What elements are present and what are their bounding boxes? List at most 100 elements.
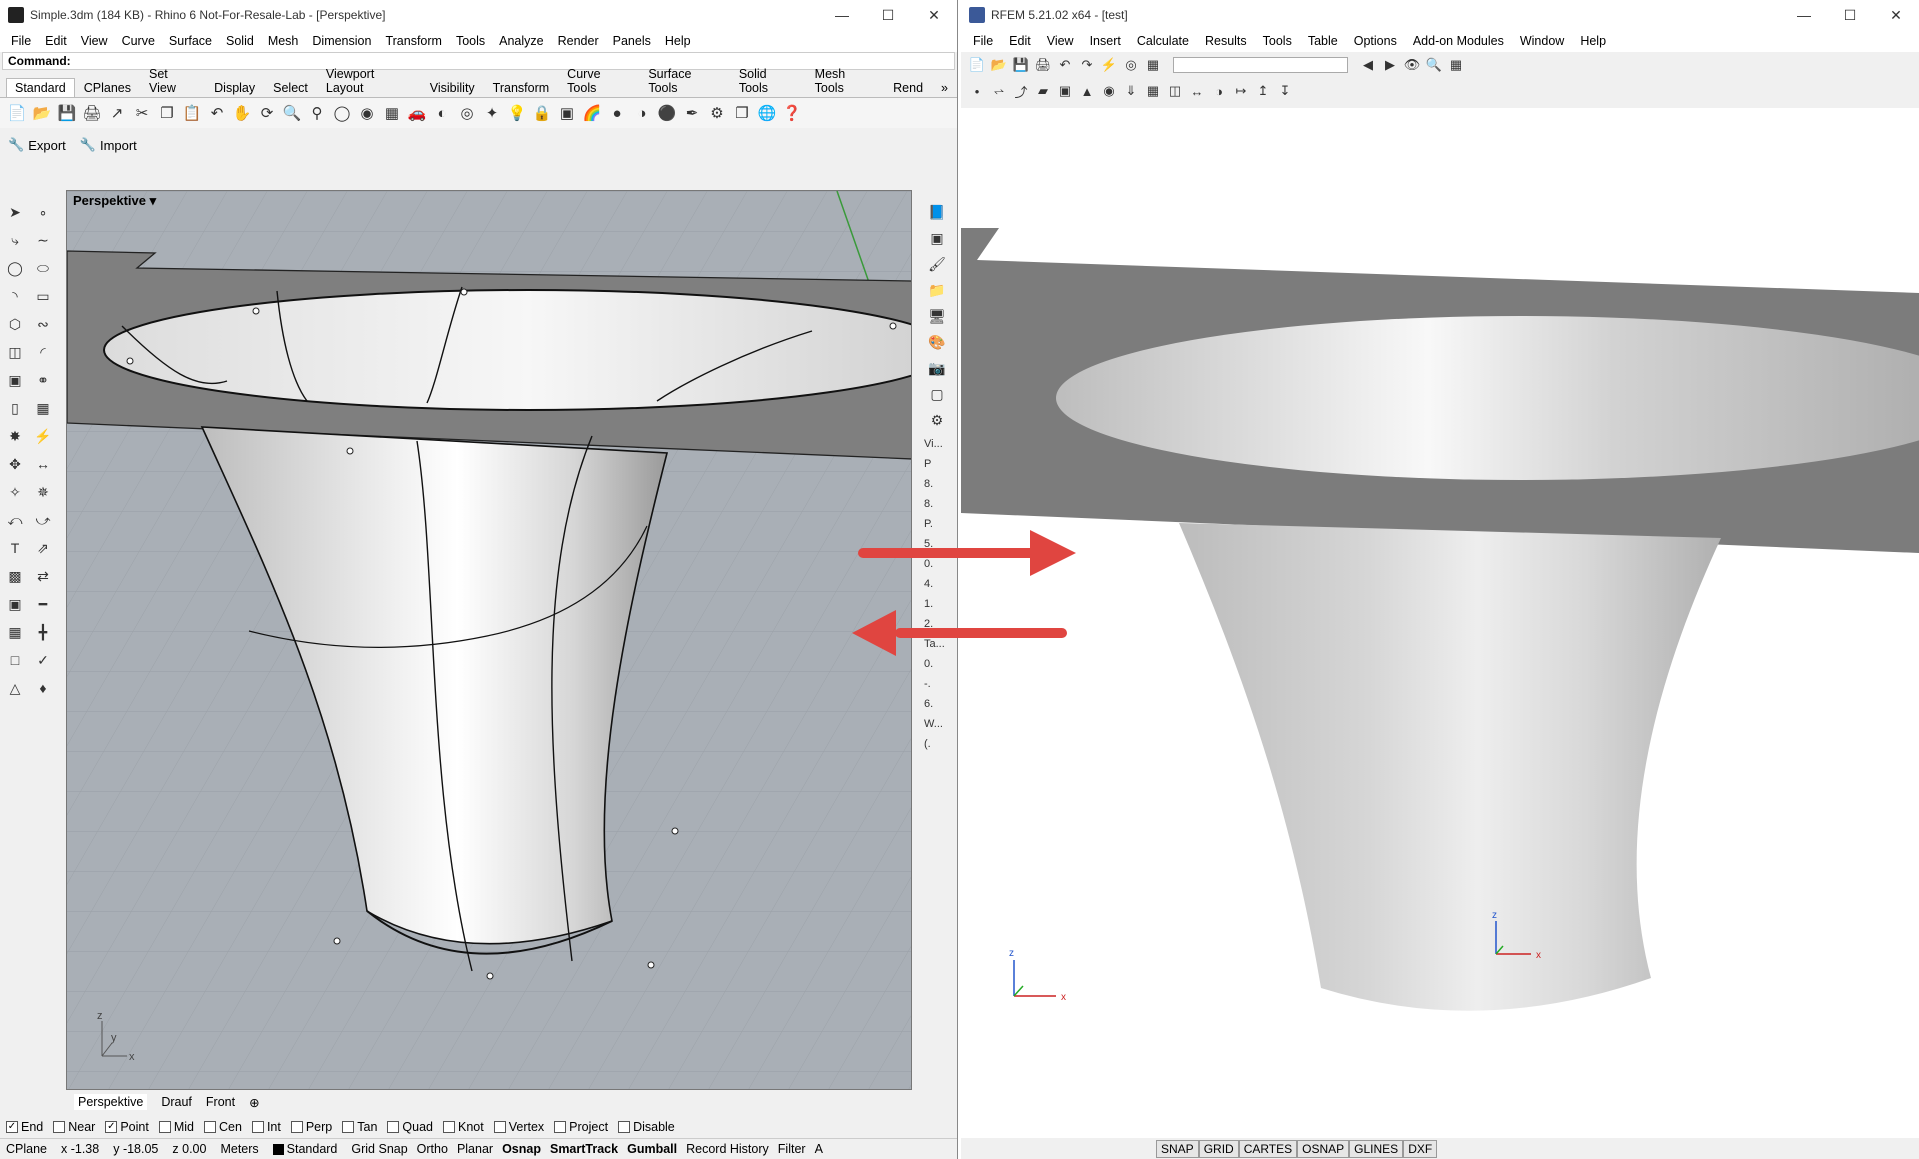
tab-mesh-tools[interactable]: Mesh Tools: [806, 64, 884, 97]
export-button[interactable]: 🔧 Export: [8, 137, 66, 153]
osnap-project[interactable]: Project: [554, 1120, 608, 1134]
check-icon[interactable]: ✓: [30, 647, 56, 673]
osnap-vertex[interactable]: Vertex: [493, 1120, 544, 1134]
analyze-icon[interactable]: □: [2, 647, 28, 673]
status-toggle-ortho[interactable]: Ortho: [417, 1142, 448, 1156]
frame-icon[interactable]: ▢: [922, 382, 952, 406]
load-case-select[interactable]: [1173, 57, 1348, 73]
view-icon[interactable]: 👁: [1402, 55, 1422, 75]
named-view-icon[interactable]: ◐: [431, 102, 453, 124]
menu-tools[interactable]: Tools: [449, 34, 492, 48]
osnap-mid[interactable]: Mid: [158, 1120, 194, 1134]
menu-analyze[interactable]: Analyze: [492, 34, 550, 48]
rfem-3d-view[interactable]: z x z x: [961, 108, 1919, 1138]
paint-icon[interactable]: 🖌: [922, 252, 952, 276]
tab-surface-tools[interactable]: Surface Tools: [639, 64, 730, 97]
load-icon[interactable]: ⇓: [1121, 81, 1141, 101]
menu-options[interactable]: Options: [1346, 34, 1405, 48]
osnap-tan[interactable]: Tan: [342, 1120, 377, 1134]
checkbox-icon[interactable]: [443, 1121, 455, 1133]
zoom-icon[interactable]: 🔍: [1424, 55, 1444, 75]
member-icon[interactable]: ⤴: [1011, 81, 1031, 101]
dimension-icon[interactable]: ↔: [1187, 81, 1207, 101]
layer-icon[interactable]: ▣: [556, 102, 578, 124]
section-icon[interactable]: ◫: [1165, 81, 1185, 101]
osnap-perp[interactable]: Perp: [290, 1120, 332, 1134]
checkbox-icon[interactable]: [554, 1121, 567, 1133]
status-toggle-dxf[interactable]: DXF: [1403, 1139, 1438, 1158]
settings-icon[interactable]: ⚙: [922, 408, 952, 432]
tab-solid-tools[interactable]: Solid Tools: [730, 64, 806, 97]
solid-icon[interactable]: ▣: [1055, 81, 1075, 101]
undo-icon[interactable]: ↶: [1055, 55, 1075, 75]
surface-icon[interactable]: ◫: [2, 339, 28, 365]
tab-rend[interactable]: Rend: [884, 78, 932, 97]
status-toggle-grid[interactable]: GRID: [1198, 1139, 1239, 1158]
copy-icon[interactable]: ❐: [156, 102, 178, 124]
node-icon[interactable]: •: [967, 81, 987, 101]
explode-icon[interactable]: ✸: [2, 423, 28, 449]
import-button[interactable]: 🔧 Import: [80, 137, 137, 153]
checkbox-icon[interactable]: [158, 1121, 171, 1133]
color-wheel-icon[interactable]: 🌈: [581, 102, 603, 124]
status-toggle-record-history[interactable]: Record History: [686, 1142, 769, 1156]
block-icon[interactable]: ▩: [2, 563, 28, 589]
zoom-selected-icon[interactable]: ◉: [356, 102, 378, 124]
render-icon[interactable]: ◑: [631, 102, 653, 124]
osnap-end[interactable]: ✓ End: [6, 1120, 43, 1134]
osnap-disable[interactable]: Disable: [618, 1120, 675, 1134]
menu-results[interactable]: Results: [1197, 34, 1255, 48]
viewport-tab-perspektive[interactable]: Perspektive: [74, 1094, 148, 1110]
grid-icon[interactable]: ▦: [1446, 55, 1466, 75]
menu-help[interactable]: Help: [658, 34, 698, 48]
status-toggle-cartes[interactable]: CARTES: [1238, 1139, 1298, 1158]
arrow-left-icon[interactable]: ◀: [1358, 55, 1378, 75]
boolean-icon[interactable]: ⚭: [30, 367, 56, 393]
status-toggle-osnap[interactable]: OSNAP: [1297, 1139, 1350, 1158]
paste-icon[interactable]: 📋: [181, 102, 203, 124]
redo-icon[interactable]: ↷: [1077, 55, 1097, 75]
checkbox-icon[interactable]: ✓: [6, 1121, 18, 1133]
menu-view[interactable]: View: [1039, 34, 1082, 48]
support-icon[interactable]: ▲: [1077, 81, 1097, 101]
mesh-icon[interactable]: ▦: [30, 395, 56, 421]
zoom-icon[interactable]: 🔍: [281, 102, 303, 124]
render-tools-icon[interactable]: △: [2, 675, 28, 701]
menu-surface[interactable]: Surface: [162, 34, 219, 48]
tab-standard[interactable]: Standard: [6, 78, 75, 97]
select-icon[interactable]: ✦: [481, 102, 503, 124]
menu-edit[interactable]: Edit: [1001, 34, 1039, 48]
mesh-icon[interactable]: ▦: [1143, 81, 1163, 101]
new-icon[interactable]: 📄: [967, 55, 987, 75]
save-icon[interactable]: 💾: [56, 102, 78, 124]
maximize-icon[interactable]: ☐: [865, 0, 911, 30]
rectangle-icon[interactable]: ▭: [30, 283, 56, 309]
checkbox-icon[interactable]: [618, 1121, 631, 1133]
menu-curve[interactable]: Curve: [115, 34, 162, 48]
menu-tools[interactable]: Tools: [1255, 34, 1300, 48]
tab-curve-tools[interactable]: Curve Tools: [558, 64, 639, 97]
osnap-near[interactable]: Near: [53, 1120, 95, 1134]
status-toggle-grid-snap[interactable]: Grid Snap: [351, 1142, 407, 1156]
cplane-label[interactable]: CPlane: [6, 1142, 47, 1156]
osnap-quad[interactable]: Quad: [387, 1120, 433, 1134]
cplane-icon[interactable]: ◎: [456, 102, 478, 124]
menu-table[interactable]: Table: [1300, 34, 1346, 48]
tab-display[interactable]: Display: [205, 78, 264, 97]
x-axis-view-icon[interactable]: ↦: [1231, 81, 1251, 101]
dimension-icon[interactable]: ↔: [30, 451, 56, 477]
osnap-knot[interactable]: Knot: [443, 1120, 484, 1134]
menu-add-on-modules[interactable]: Add-on Modules: [1405, 34, 1512, 48]
text-icon[interactable]: T: [2, 535, 28, 561]
arrow-right-icon[interactable]: ▶: [1380, 55, 1400, 75]
tab-viewport-layout[interactable]: Viewport Layout: [317, 64, 421, 97]
select-arrow-icon[interactable]: ➤: [2, 199, 28, 225]
menu-render[interactable]: Render: [551, 34, 606, 48]
undo-icon[interactable]: ↶: [206, 102, 228, 124]
pen-icon[interactable]: ✒: [681, 102, 703, 124]
fillet-icon[interactable]: ◜: [30, 339, 56, 365]
menu-dimension[interactable]: Dimension: [305, 34, 378, 48]
car-icon[interactable]: 🚗: [406, 102, 428, 124]
status-toggle-a[interactable]: A: [815, 1142, 823, 1156]
status-toggle-filter[interactable]: Filter: [778, 1142, 806, 1156]
